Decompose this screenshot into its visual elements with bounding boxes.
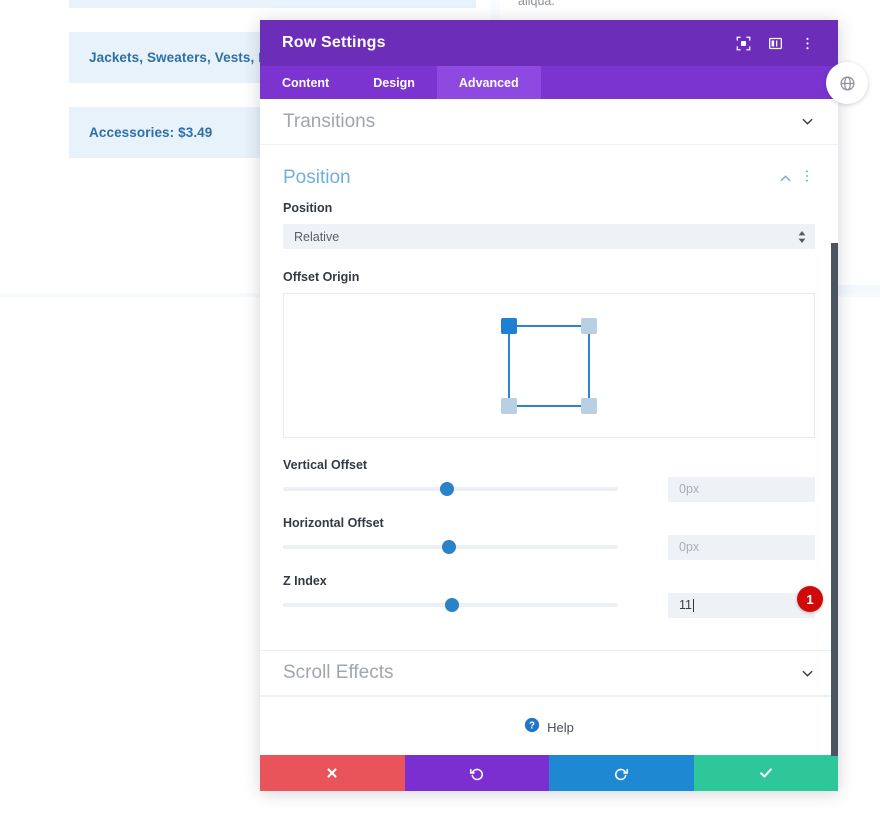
field-offset-origin: Offset Origin [260, 270, 838, 438]
horizontal-offset-input[interactable]: 0px [668, 534, 815, 560]
field-vertical-offset: Vertical Offset 0px [260, 458, 838, 502]
more-vertical-icon [800, 169, 814, 188]
field-label-z-index: Z Index [283, 574, 327, 588]
section-title-transitions: Transitions [283, 110, 376, 132]
svg-text:?: ? [529, 721, 535, 732]
oo-line-left [508, 325, 510, 406]
field-label-position: Position [283, 201, 333, 215]
offset-origin-node-bottom-right[interactable] [581, 397, 597, 414]
section-position: Position Position Relative Offset Origin… [260, 145, 838, 618]
help-row[interactable]: ? Help [260, 696, 838, 755]
field-position: Position Relative [260, 201, 838, 249]
text-caret [692, 598, 694, 612]
globe-icon [839, 75, 856, 92]
horizontal-offset-row: 0px [283, 534, 815, 560]
chevron-down-icon [798, 114, 816, 129]
chevron-down-icon [798, 666, 816, 681]
tab-content[interactable]: Content [260, 66, 351, 99]
modal-title: Row Settings [282, 34, 386, 51]
help-label: Help [547, 720, 574, 735]
status-badge: 1 [797, 586, 823, 612]
field-label-offset-origin: Offset Origin [283, 270, 360, 284]
horizontal-offset-placeholder: 0px [679, 540, 700, 554]
position-select[interactable]: Relative [283, 224, 815, 249]
chevron-up-icon[interactable] [776, 171, 794, 186]
background-band-top [69, 0, 476, 8]
section-toggle-transitions[interactable]: Transitions [260, 99, 838, 145]
vertical-offset-input[interactable]: 0px [668, 476, 815, 502]
redo-icon [614, 766, 629, 781]
z-index-slider[interactable] [283, 597, 618, 613]
field-horizontal-offset: Horizontal Offset 0px [260, 516, 838, 560]
section-menu-icon[interactable] [798, 169, 816, 188]
layout-panel-icon-button[interactable] [760, 28, 790, 58]
modal-body: Transitions Position Position Relative O… [260, 99, 838, 755]
vertical-offset-slider[interactable] [283, 481, 618, 497]
modal-footer [260, 755, 838, 791]
select-arrows-icon [798, 230, 806, 243]
field-z-index: Z Index 11 [260, 574, 838, 618]
offset-origin-node-top-left[interactable] [501, 317, 517, 334]
row-settings-modal: Row Settings Content Design Advanced Tra… [260, 20, 838, 791]
vertical-offset-placeholder: 0px [679, 482, 700, 496]
section-title-position: Position [283, 167, 351, 188]
cancel-button[interactable] [260, 755, 405, 791]
globe-icon-button[interactable] [826, 62, 868, 104]
horizontal-offset-slider[interactable] [283, 539, 618, 555]
more-vertical-icon [800, 36, 815, 51]
undo-button[interactable] [404, 755, 549, 791]
z-index-row: 11 [283, 592, 815, 618]
z-index-value: 11 [679, 598, 692, 612]
redo-button[interactable] [549, 755, 694, 791]
field-label-vertical-offset: Vertical Offset [283, 458, 368, 472]
section-toggle-position[interactable]: Position [260, 145, 838, 201]
layout-panel-icon [768, 36, 783, 51]
section-toggle-scroll-effects[interactable]: Scroll Effects [260, 650, 838, 696]
z-index-slider-thumb[interactable] [445, 598, 460, 612]
offset-origin-node-bottom-left[interactable] [501, 397, 517, 414]
help-circle-icon: ? [524, 717, 540, 738]
undo-icon [469, 766, 484, 781]
background-lorem-text: aliqua. [518, 0, 555, 8]
offset-origin-graphic [501, 317, 597, 414]
offset-origin-node-top-right[interactable] [581, 317, 597, 334]
offset-origin-selector[interactable] [283, 293, 815, 438]
vertical-offset-row: 0px [283, 476, 815, 502]
section-title-scroll-effects: Scroll Effects [283, 662, 394, 683]
modal-header: Row Settings [260, 20, 838, 66]
oo-line-top [509, 324, 589, 327]
save-button[interactable] [693, 755, 838, 791]
checkmark-icon [758, 765, 774, 781]
expand-icon [736, 36, 751, 51]
field-label-horizontal-offset: Horizontal Offset [283, 516, 384, 530]
expand-icon-button[interactable] [728, 28, 758, 58]
horizontal-offset-slider-thumb[interactable] [441, 540, 456, 554]
position-select-value: Relative [294, 229, 340, 244]
close-icon [325, 766, 339, 780]
modal-tab-bar: Content Design Advanced [260, 66, 838, 99]
z-index-input[interactable]: 11 [668, 592, 815, 618]
vertical-offset-slider-thumb[interactable] [440, 482, 455, 496]
modal-scrollbar[interactable] [831, 243, 838, 756]
oo-line-bottom [509, 404, 589, 407]
tab-design[interactable]: Design [351, 66, 437, 99]
tab-advanced[interactable]: Advanced [436, 66, 541, 99]
oo-line-right [588, 325, 590, 406]
more-vertical-icon-button[interactable] [792, 28, 822, 58]
